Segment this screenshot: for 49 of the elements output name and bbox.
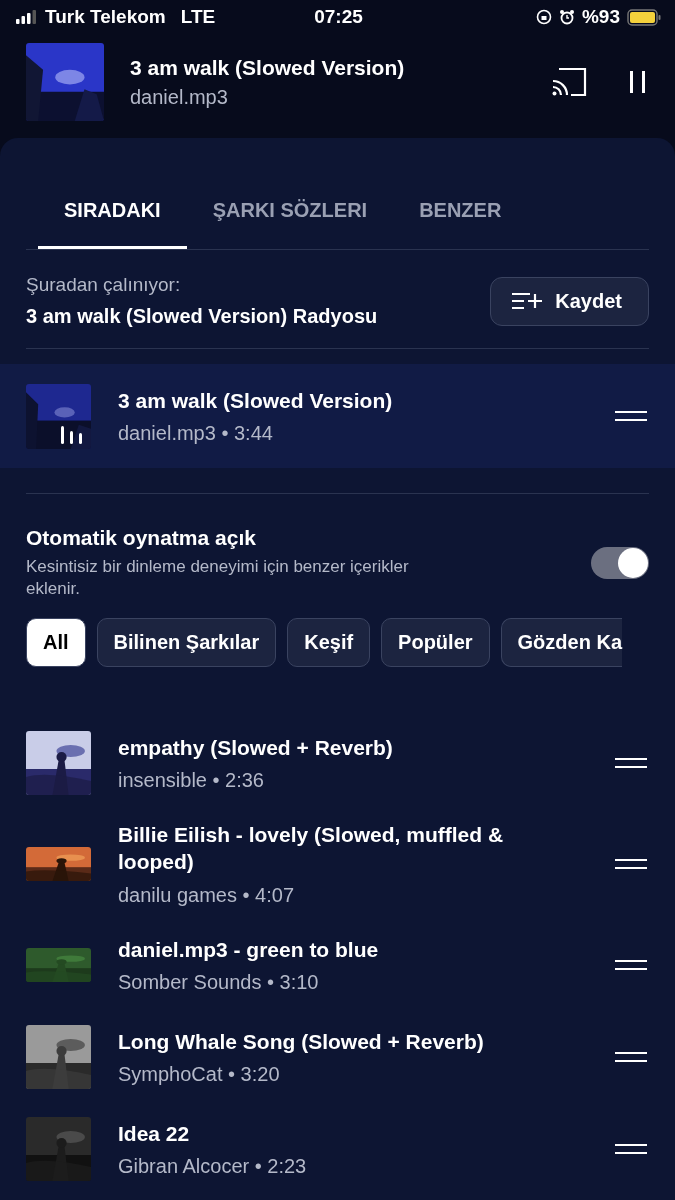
filter-chip[interactable]: Bilinen Şarkılar: [96, 618, 277, 668]
save-button[interactable]: Kaydet: [490, 276, 649, 326]
track-title: daniel.mp3 - green to blue: [118, 936, 380, 963]
track-info: daniel.mp3 • 3:44: [118, 422, 274, 446]
radio-name: 3 am walk (Slowed Version) Radyosu: [26, 305, 379, 328]
autoplay-description: Kesintisiz bir dinleme deneyimi için benzer içerikler eklenir.: [26, 556, 410, 601]
source-label: Şuradan çalınıyor:: [26, 274, 182, 296]
drag-handle-icon[interactable]: [615, 1050, 647, 1063]
queue-track-row[interactable]: empathy (Slowed + Reverb) insensible • 2:36: [0, 729, 675, 798]
current-track-row[interactable]: 3 am walk (Slowed Version) daniel.mp3 • 3:44: [0, 364, 675, 468]
network-type: LTE: [180, 6, 216, 28]
tab[interactable]: SIRADAKI: [38, 199, 187, 249]
alarm-icon: [558, 9, 575, 25]
clock: 07:25: [314, 6, 363, 28]
drag-handle-icon[interactable]: [615, 410, 647, 422]
song-title: 3 am walk (Slowed Version): [130, 55, 406, 80]
autoplay-toggle[interactable]: [591, 547, 649, 580]
track-info: insensible • 2:36: [118, 769, 265, 793]
drag-handle-icon[interactable]: [615, 958, 647, 971]
track-info: danilu games • 4:07: [118, 883, 295, 907]
track-info: Somber Sounds • 3:10: [118, 970, 320, 994]
drag-handle-icon[interactable]: [615, 757, 647, 770]
tab[interactable]: BENZER: [419, 199, 502, 249]
track-info: Gibran Alcocer • 2:23: [118, 1154, 308, 1178]
queue-track-row[interactable]: daniel.mp3 - green to blue Somber Sounds • 3:10: [0, 930, 675, 999]
track-title: empathy (Slowed + Reverb): [118, 735, 394, 762]
tab[interactable]: ŞARKI SÖZLERI: [212, 199, 368, 249]
queue-track-row[interactable]: Billie Eilish - lovely (Slowed, muffled & looped) danilu games • 4:07: [0, 821, 675, 907]
drag-handle-icon[interactable]: [615, 1142, 647, 1155]
drag-handle-icon[interactable]: [615, 858, 647, 870]
filter-chip[interactable]: All: [26, 618, 86, 668]
queue-track-row[interactable]: Long Whale Song (Slowed + Reverb) SymphoCat • 3:20: [0, 1022, 675, 1091]
autoplay-title: Otomatik oynatma açık: [26, 526, 257, 550]
signal-icon: [16, 10, 38, 24]
track-info: SymphoCat • 3:20: [118, 1062, 281, 1086]
track-title: 3 am walk (Slowed Version): [118, 387, 394, 414]
carrier-name: Turk Telekom: [45, 6, 166, 28]
battery-percent: %93: [581, 6, 620, 28]
track-title: Idea 22: [118, 1120, 191, 1147]
artist-name: daniel.mp3: [130, 85, 229, 109]
battery-icon: [627, 8, 661, 26]
track-title: Long Whale Song (Slowed + Reverb): [118, 1028, 485, 1055]
rotation-lock-icon: [535, 9, 552, 25]
filter-chip[interactable]: Popüler: [381, 618, 490, 668]
cast-button[interactable]: [551, 67, 587, 97]
filter-chip[interactable]: Keşif: [287, 618, 371, 668]
filter-chip[interactable]: Gözden Ka: [500, 618, 622, 668]
track-title: Billie Eilish - lovely (Slowed, muffled & looped): [118, 822, 505, 876]
queue-track-row[interactable]: Idea 22 Gibran Alcocer • 2:23: [0, 1114, 675, 1183]
